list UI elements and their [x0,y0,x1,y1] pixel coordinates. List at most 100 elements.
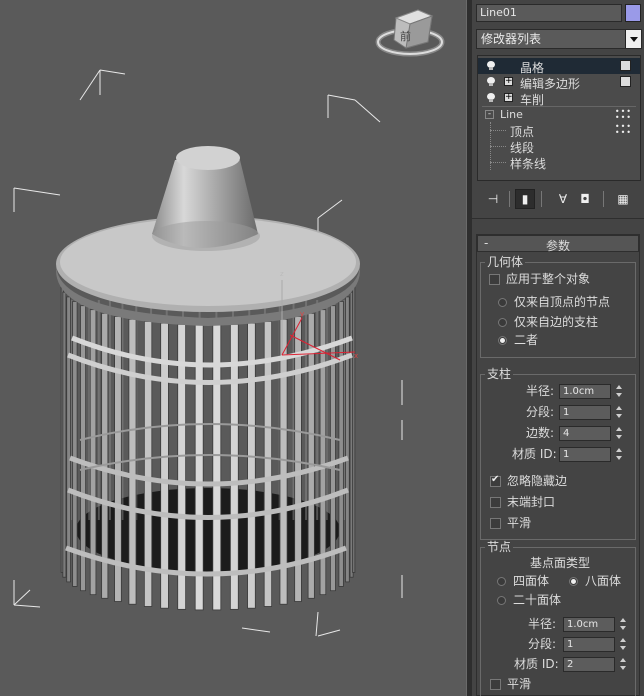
stack-item-line[interactable]: - Line ••• ••• [478,107,640,123]
strut-segments-input[interactable]: 1 [559,405,611,420]
cage-bar [66,296,71,583]
radio-label: 四面体 [513,574,550,588]
joint-smooth-checkbox[interactable] [490,679,501,690]
cage-bar-back [316,300,319,520]
stack-subobject-vertex[interactable]: 顶点 ••• ••• [478,122,640,170]
cage-bar [279,318,288,605]
radio-nodes-only[interactable] [498,298,507,307]
cage-bar [128,318,137,605]
lightbulb-icon[interactable] [487,93,495,103]
cage-bar [80,305,87,592]
radio-icosa[interactable] [497,596,506,605]
remove-modifier-icon[interactable]: ◘ [575,189,595,209]
make-unique-icon[interactable]: ∀ [553,189,573,209]
lightbulb-icon[interactable] [487,61,495,71]
svg-text:y: y [300,310,304,318]
cage-bar [263,321,273,607]
joint-matid-input[interactable]: 2 [563,657,615,672]
pin-stack-icon[interactable]: ⊣ [483,189,503,209]
strut-sides-label: 边数: [526,426,555,440]
collapse-icon[interactable]: - [485,110,494,119]
stack-subobject-spline[interactable]: 样条线 [478,154,640,171]
object-color-swatch[interactable] [625,4,641,22]
show-end-result-icon[interactable]: ▮ [515,189,535,209]
apply-all-checkbox[interactable] [489,274,500,285]
joint-radius-label: 半径: [528,617,557,631]
subobject-label: 样条线 [510,157,547,171]
radio-octa[interactable] [569,577,578,586]
lightbulb-icon[interactable] [487,77,495,87]
expand-icon[interactable]: + [504,77,513,86]
chevron-down-icon[interactable] [625,30,641,48]
cage-bar [352,287,356,573]
dots-icon: ••• ••• [614,107,632,122]
cage-bar [229,323,239,610]
cage-bar [89,309,97,596]
show-result-icon[interactable] [620,60,631,71]
radio-label: 八面体 [585,574,622,588]
modifier-stack[interactable]: 晶格 + 编辑多边形 + 车削 - Line ••• ••• 顶点 ••• ••• … [477,55,641,181]
object-name-field[interactable]: Line01 [476,4,622,22]
cage-bar [143,321,153,607]
end-caps-label: 末端封口 [507,495,556,509]
strut-matid-input[interactable]: 1 [559,447,611,462]
end-caps-checkbox[interactable] [490,497,501,508]
parameters-rollout-header[interactable]: - 参数 [477,235,639,253]
cage-bar [62,291,67,578]
stack-subobject-segment[interactable]: 线段 [478,138,640,155]
strut-smooth-label: 平滑 [507,516,532,530]
cage-bar [212,324,222,611]
modifier-list-label: 修改器列表 [481,32,542,46]
spinner-arrows-icon[interactable] [614,447,624,462]
joint-segments-label: 分段: [528,637,557,651]
apply-all-label: 应用于整个对象 [506,272,591,286]
cage-bar-back [97,300,100,520]
svg-text:z: z [280,270,284,278]
cage-bar [177,323,187,610]
spinner-arrows-icon[interactable] [614,405,624,420]
cage-bar [101,312,109,599]
scene-render: z x y 前 [13,9,445,637]
perspective-viewport[interactable]: z x y 前 [0,0,466,696]
strut-sides-input[interactable]: 4 [559,426,611,441]
radio-label: 仅来自顶点的节点 [514,295,611,309]
show-result-icon[interactable] [620,76,631,87]
radio-tetra[interactable] [497,577,506,586]
cage-bar [294,316,302,602]
strut-smooth-checkbox[interactable] [490,518,501,529]
joint-radius-input[interactable]: 1.0cm [563,617,615,632]
svg-text:x: x [354,352,358,360]
modifier-list-dropdown[interactable]: 修改器列表 [476,29,642,49]
cage-bar [329,305,336,592]
radio-both[interactable] [498,336,507,345]
strut-matid-label: 材质 ID: [512,447,557,461]
radio-struts-only[interactable] [498,318,507,327]
cage-bar [307,312,315,599]
joint-segments-input[interactable]: 1 [563,637,615,652]
joint-smooth-label: 平滑 [507,677,532,691]
stack-item-lattice[interactable]: 晶格 [478,58,640,75]
cage-bar [114,316,122,602]
stack-toolbar: ⊣ ▮ ∀ ◘ ▦ [477,185,641,213]
configure-modifier-sets-icon[interactable]: ▦ [613,189,633,209]
strut-radius-input[interactable]: 1.0cm [559,384,611,399]
rollout-title: 参数 [545,239,570,253]
ignore-hidden-edges-checkbox[interactable] [490,474,501,487]
joint-matid-label: 材质 ID: [514,657,559,671]
struts-group [480,374,636,540]
ignore-hidden-edges-label: 忽略隐藏边 [507,474,568,488]
geometry-group-title: 几何体 [485,255,526,269]
stack-item-edit-poly[interactable]: + 编辑多边形 [478,74,640,91]
spinner-arrows-icon[interactable] [618,657,628,672]
cage-bar-back [108,300,111,520]
radio-label: 二者 [514,333,539,347]
expand-icon[interactable]: + [504,93,513,102]
joints-group-title: 节点 [485,540,514,554]
spinner-arrows-icon[interactable] [614,426,624,441]
spinner-arrows-icon[interactable] [618,637,628,652]
cage-bar-back [121,300,124,520]
stack-item-lathe[interactable]: + 车削 [478,90,640,107]
spinner-arrows-icon[interactable] [618,617,628,632]
radio-label: 二十面体 [513,593,562,607]
spinner-arrows-icon[interactable] [614,384,624,399]
